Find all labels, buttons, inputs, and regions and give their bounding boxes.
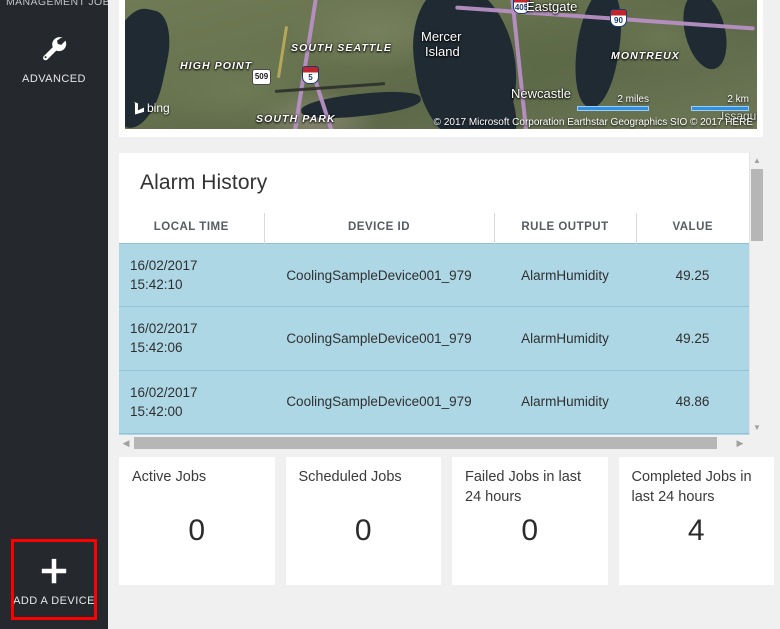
vertical-scrollbar[interactable]: ▲ ▼ xyxy=(749,153,763,451)
content-area: 509 5 90 405 HIGH POINT SOUTH SEATTLE SO… xyxy=(108,0,780,629)
sidebar-item-add-a-device[interactable]: ADD A DEVICE xyxy=(0,539,108,623)
cell-date: 16/02/2017 xyxy=(130,384,198,400)
table-header-row: LOCAL TIME DEVICE ID RULE OUTPUT VALUE xyxy=(119,213,749,244)
map-label-newcastle: Newcastle xyxy=(511,86,571,101)
cell-value: 48.86 xyxy=(636,369,749,434)
map-scale-miles-label: 2 miles xyxy=(617,94,649,105)
card-failed-jobs-24h[interactable]: Failed Jobs in last 24 hours 0 xyxy=(452,457,608,585)
alarm-history-panel: Alarm History LOCAL TIME DEVICE ID RULE … xyxy=(119,153,763,451)
map-label-south-seattle: SOUTH SEATTLE xyxy=(291,42,393,54)
bing-mark-icon xyxy=(133,101,144,115)
horizontal-scrollbar[interactable]: ◀ ▶ xyxy=(119,435,763,451)
cell-time: 15:42:06 xyxy=(130,340,183,356)
left-sidebar: MANAGEMENT JOBS ADVANCED ADD A DEVICE xyxy=(0,0,108,629)
map-scale-km-bar xyxy=(691,106,749,111)
map-label-montreux: MONTREUX xyxy=(611,50,680,62)
column-header-value[interactable]: VALUE xyxy=(635,213,749,244)
cell-date: 16/02/2017 xyxy=(130,321,198,337)
map-label-eastgate: Eastgate xyxy=(526,0,578,14)
map-shield-i5: 5 xyxy=(302,66,319,84)
cell-local-time: 16/02/2017 15:42:10 xyxy=(119,242,264,307)
scroll-down-arrow-icon[interactable]: ▼ xyxy=(750,420,764,435)
cell-rule-output: AlarmHumidity xyxy=(494,369,636,434)
cell-date: 16/02/2017 xyxy=(130,258,198,273)
column-header-device-id[interactable]: DEVICE ID xyxy=(263,213,494,244)
cell-device-id: CoolingSampleDevice001_979 xyxy=(264,242,494,307)
map-label-south-park: SOUTH PARK xyxy=(256,113,336,125)
map-label-mercer: Mercer xyxy=(421,29,462,44)
table-row[interactable]: 16/02/2017 15:42:10 CoolingSampleDevice0… xyxy=(119,242,749,307)
scroll-left-arrow-icon[interactable]: ◀ xyxy=(119,435,133,451)
wrench-icon xyxy=(39,34,69,64)
map-shield-509: 509 xyxy=(252,69,271,85)
map-label-island: Island xyxy=(425,44,460,59)
map-scale-miles: 2 miles xyxy=(577,94,649,111)
cell-value: 49.25 xyxy=(636,306,749,371)
map-shield-i90: 90 xyxy=(610,9,627,27)
cell-time: 15:42:10 xyxy=(130,277,183,293)
cell-rule-output: AlarmHumidity xyxy=(494,242,636,307)
cell-local-time: 16/02/2017 15:42:06 xyxy=(119,306,264,371)
card-title: Active Jobs xyxy=(132,469,207,485)
plus-icon xyxy=(39,556,69,586)
card-value: 0 xyxy=(354,514,372,547)
cell-local-time: 16/02/2017 15:42:00 xyxy=(119,369,264,434)
cell-device-id: CoolingSampleDevice001_979 xyxy=(264,306,494,371)
horizontal-scrollbar-thumb[interactable] xyxy=(134,437,717,449)
bing-logo[interactable]: bing xyxy=(133,101,170,115)
table-row[interactable]: 16/02/2017 15:42:00 CoolingSampleDevice0… xyxy=(119,369,749,434)
map-label-high-point: HIGH POINT xyxy=(180,60,253,72)
cell-value: 49.25 xyxy=(636,242,749,307)
card-title: Scheduled Jobs xyxy=(298,469,402,485)
card-scheduled-jobs[interactable]: Scheduled Jobs 0 xyxy=(285,457,441,585)
alarm-history-table-viewport: LOCAL TIME DEVICE ID RULE OUTPUT VALUE 1… xyxy=(119,213,749,438)
alarm-history-table: LOCAL TIME DEVICE ID RULE OUTPUT VALUE 1… xyxy=(119,213,749,438)
map-panel: 509 5 90 405 HIGH POINT SOUTH SEATTLE SO… xyxy=(119,0,763,137)
cell-time: 15:42:00 xyxy=(130,403,183,419)
bing-logo-text: bing xyxy=(147,101,170,115)
dashboard-root: MANAGEMENT JOBS ADVANCED ADD A DEVICE 50… xyxy=(0,0,780,629)
card-value: 0 xyxy=(188,514,206,547)
card-title: Completed Jobs in last 24 hours xyxy=(631,469,752,505)
sidebar-item-advanced[interactable]: ADVANCED xyxy=(0,18,108,100)
sidebar-item-advanced-label: ADVANCED xyxy=(22,72,86,85)
map-scale-km-label: 2 km xyxy=(727,94,749,105)
alarm-history-title: Alarm History xyxy=(140,171,268,194)
map-scale-km: 2 km xyxy=(691,94,749,111)
cell-rule-output: AlarmHumidity xyxy=(494,306,636,371)
column-header-local-time[interactable]: LOCAL TIME xyxy=(119,213,264,244)
map-scale-miles-bar xyxy=(577,106,649,111)
column-header-rule-output[interactable]: RULE OUTPUT xyxy=(493,213,636,244)
job-stat-cards: Active Jobs 0 Scheduled Jobs 0 Failed Jo… xyxy=(119,457,774,585)
card-title: Failed Jobs in last 24 hours xyxy=(465,469,582,505)
scrollbar-corner xyxy=(747,435,763,451)
vertical-scrollbar-thumb[interactable] xyxy=(751,169,763,241)
sidebar-top-partial-label: MANAGEMENT JOBS xyxy=(6,0,108,8)
table-row[interactable]: 16/02/2017 15:42:06 CoolingSampleDevice0… xyxy=(119,306,749,371)
scroll-up-arrow-icon[interactable]: ▲ xyxy=(750,153,764,168)
card-value: 0 xyxy=(521,514,539,547)
sidebar-item-add-a-device-label: ADD A DEVICE xyxy=(13,594,95,607)
bing-map[interactable]: 509 5 90 405 HIGH POINT SOUTH SEATTLE SO… xyxy=(125,0,757,129)
cell-device-id: CoolingSampleDevice001_979 xyxy=(264,369,494,434)
card-value: 4 xyxy=(687,514,705,547)
scroll-right-arrow-icon[interactable]: ▶ xyxy=(733,435,747,451)
card-completed-jobs-24h[interactable]: Completed Jobs in last 24 hours 4 xyxy=(618,457,774,585)
card-active-jobs[interactable]: Active Jobs 0 xyxy=(119,457,275,585)
map-attribution: © 2017 Microsoft Corporation Earthstar G… xyxy=(433,117,753,128)
